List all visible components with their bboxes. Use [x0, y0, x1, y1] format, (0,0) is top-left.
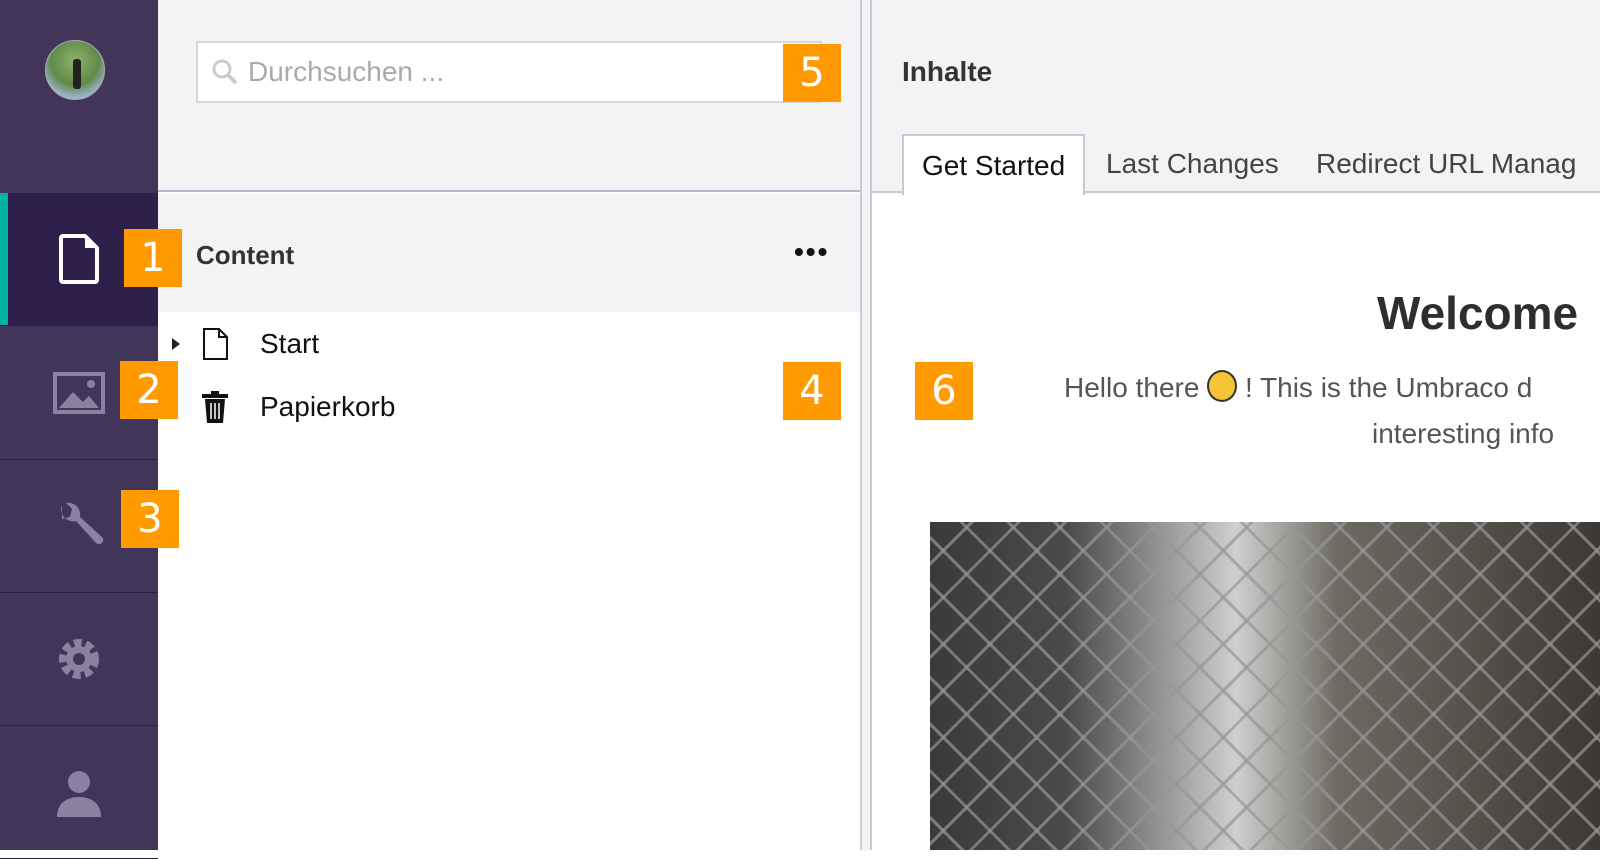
wrench-icon: [61, 502, 104, 545]
welcome-text: Hello there ! This is the Umbraco d: [1064, 370, 1532, 404]
document-icon: [203, 328, 228, 360]
tree-node-papierkorb[interactable]: Papierkorb: [158, 382, 862, 432]
dashboard-photo: [930, 522, 1600, 850]
trash-icon: [202, 391, 228, 423]
main-panel: Inhalte Get Started Last Changes Redirec…: [872, 0, 1600, 850]
tree-actions-button[interactable]: •••: [794, 236, 829, 268]
user-avatar[interactable]: [45, 40, 105, 100]
tree-node-label: Papierkorb: [260, 391, 396, 422]
annotation-badge-6: 6: [915, 362, 973, 420]
tree-header: Content •••: [158, 194, 862, 312]
annotation-badge-3: 3: [121, 490, 179, 548]
tree-title: Content: [196, 240, 295, 270]
sidebar-item-users[interactable]: [0, 726, 158, 859]
expand-arrow-icon[interactable]: [172, 338, 180, 350]
tree-node-label: Start: [260, 328, 320, 359]
annotation-badge-4: 4: [783, 362, 841, 420]
tree-node-start[interactable]: Start: [158, 319, 862, 369]
search-placeholder: Durchsuchen ...: [248, 56, 445, 87]
smiley-emoji-icon: [1207, 370, 1238, 402]
tree-panel: Durchsuchen ... Content ••• Start Papier…: [158, 0, 862, 850]
panel-resize-handle[interactable]: [860, 0, 872, 850]
gear-icon: [59, 639, 99, 679]
tab-get-started[interactable]: Get Started: [902, 134, 1086, 195]
tab-last-changes[interactable]: Last Changes: [1088, 134, 1297, 194]
tab-redirect-url-management[interactable]: Redirect URL Manag: [1298, 134, 1594, 194]
hello-text: Hello there: [1064, 372, 1200, 403]
sidebar: [0, 0, 158, 859]
welcome-text-line2: interesting info: [1372, 418, 1555, 449]
welcome-heading: Welcome: [1377, 287, 1579, 339]
user-icon: [57, 771, 101, 817]
annotation-badge-5: 5: [783, 44, 841, 102]
search-input[interactable]: Durchsuchen ...: [196, 41, 822, 103]
sidebar-item-packages[interactable]: [0, 593, 158, 726]
search-icon: [212, 59, 238, 85]
annotation-badge-1: 1: [124, 229, 182, 287]
annotation-badge-2: 2: [120, 361, 178, 419]
image-icon: [53, 372, 105, 414]
document-icon: [59, 234, 99, 284]
intro-text: ! This is the Umbraco d: [1244, 372, 1533, 403]
section-title: Inhalte: [902, 56, 993, 87]
